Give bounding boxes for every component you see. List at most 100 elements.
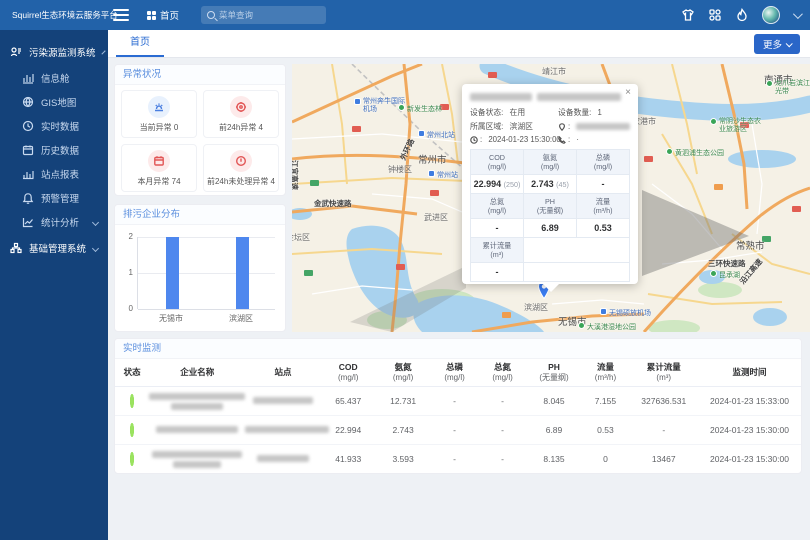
collapse-icon [101, 50, 105, 54]
panel-title: 排污企业分布 [115, 205, 285, 225]
map-district-label: 金坛区 [292, 232, 310, 243]
table-header-row: 状态 企业名称 站点 COD(mg/l) 氨氮(mg/l) 总磷(mg/l) 总… [115, 359, 801, 387]
table-row[interactable]: 65.437 12.731 - - 8.045 7.155 327636.531… [115, 387, 801, 416]
more-button-label: 更多 [763, 37, 782, 51]
sidebar-item-label: 站点报表 [41, 167, 79, 181]
sidebar-item-label: 预警管理 [41, 191, 79, 205]
redacted-company [152, 451, 242, 458]
redacted-company [171, 403, 223, 410]
bar-binhu [236, 237, 249, 309]
airport-icon [354, 98, 361, 105]
more-button[interactable]: 更多 [754, 34, 800, 54]
sidebar-item-gis-map[interactable]: GIS地图 [0, 90, 108, 114]
redacted-station [253, 397, 313, 404]
map-district-label: 钟楼区 [388, 164, 412, 175]
redacted-company [156, 426, 238, 433]
table-row[interactable]: 22.994 2.743 - - 6.89 0.53 - 2024-01-23 … [115, 416, 801, 445]
map-city-label: 靖江市 [542, 66, 566, 77]
x-axis [138, 309, 275, 310]
chevron-down-icon [786, 40, 793, 47]
train-station-icon [428, 170, 435, 177]
sidebar-group-base-manage[interactable]: 基础管理系统 [0, 234, 108, 262]
map-poi-park: 黄泗浦生态公园 [666, 148, 724, 158]
menu-search-box[interactable] [201, 6, 326, 24]
user-menu-chevron-icon[interactable] [793, 9, 803, 19]
clock-icon [22, 120, 34, 132]
search-icon [207, 11, 215, 19]
redacted-text [537, 93, 621, 101]
card-24h-abnormal[interactable]: 前24h异常 4 [203, 90, 279, 138]
platform-logo: Squirrel生态环境云服务平台 [0, 9, 105, 21]
tab-bar: 首页 更多 [108, 30, 810, 58]
sidebar-item-station-report[interactable]: 站点报表 [0, 162, 108, 186]
menu-toggle-icon[interactable] [113, 9, 129, 21]
status-online-dot [130, 423, 134, 437]
status-online-dot [130, 452, 134, 466]
info-board-icon [22, 72, 34, 84]
y-tick: 0 [117, 304, 133, 313]
sidebar-item-realtime-data[interactable]: 实时数据 [0, 114, 108, 138]
trend-chart-icon [22, 216, 34, 228]
theme-skin-icon[interactable] [681, 8, 695, 22]
lake-icon [710, 270, 717, 277]
card-label: 前24h未处理异常 4 [207, 176, 275, 187]
bell-icon [22, 192, 34, 204]
map-district-label: 滨湖区 [524, 302, 548, 313]
distribution-chart-panel: 排污企业分布 2 1 0 无锡市 滨湖区 [114, 204, 286, 332]
device-region-value: 滨湖区 [510, 121, 533, 132]
gridline [138, 237, 275, 238]
sidebar-group-label: 基础管理系统 [29, 241, 86, 255]
map-poi-station: 常州站 [428, 170, 458, 180]
realtime-monitor-panel: 实时监测 状态 企业名称 站点 COD(mg/l) 氨氮(mg/l) 总磷(mg… [114, 338, 802, 474]
sidebar-item-label: 信息舱 [41, 71, 70, 85]
redacted-text [470, 93, 532, 101]
popup-device-fields: 设备状态: 在用 设备数量: 1 所属区域: 滨湖区 : : 2024-01-2… [470, 107, 630, 144]
y-tick: 1 [117, 268, 133, 277]
device-time-value: 2024-01-23 15:30:00 [488, 135, 560, 144]
train-station-icon [418, 130, 425, 137]
map-road-label: 江宜高速 [292, 160, 300, 190]
panel-title: 实时监测 [115, 339, 801, 359]
main-area: 首页 更多 异常状况 当前异常 0 前24h异常 4 [108, 30, 810, 540]
sidebar-group-label: 污染源监测系统 [29, 45, 96, 59]
sidebar-item-label: 实时数据 [41, 119, 79, 133]
sidebar-nav: 污染源监测系统 信息舱 GIS地图 实时数据 历史数据 站点报表 预警管理 [0, 30, 108, 540]
gridline [138, 273, 275, 274]
clock-icon [470, 136, 478, 144]
sidebar-item-statistics[interactable]: 统计分析 [0, 210, 108, 234]
search-input[interactable] [219, 10, 320, 20]
warning-circle-icon [230, 150, 252, 172]
map-district-label: 武进区 [424, 212, 448, 223]
map-poi-station: 常州北站 [418, 130, 455, 140]
gis-map[interactable]: 靖江市 南通市 常州市 钟楼区 武进区 金坛区 无锡市 滨湖区 常熟市 张家港市… [292, 64, 810, 332]
park-icon [710, 118, 717, 125]
abnormal-cards: 当前异常 0 前24h异常 4 本月异常 74 前24h未处理异常 4 [115, 85, 285, 196]
phone-icon [558, 136, 566, 144]
close-icon[interactable]: × [625, 88, 631, 98]
park-icon [766, 80, 773, 87]
tab-home[interactable]: 首页 [116, 30, 164, 57]
card-label: 本月异常 74 [137, 176, 180, 187]
redacted-station [257, 455, 309, 462]
card-month-abnormal[interactable]: 本月异常 74 [121, 144, 197, 192]
park-icon [666, 148, 673, 155]
card-unhandled-abnormal[interactable]: 前24h未处理异常 4 [203, 144, 279, 192]
map-poi-park: 常阴沙生态农业旅游区 [710, 118, 765, 134]
dashboard-layout-icon[interactable] [708, 8, 722, 22]
map-poi-park: 大溪港湿地公园 [578, 322, 636, 332]
redacted-company [149, 393, 245, 400]
card-current-abnormal[interactable]: 当前异常 0 [121, 90, 197, 138]
flame-icon[interactable] [735, 8, 749, 22]
sidebar-item-alert-manage[interactable]: 预警管理 [0, 186, 108, 210]
sidebar-item-history-data[interactable]: 历史数据 [0, 138, 108, 162]
user-avatar[interactable] [762, 6, 780, 24]
x-category: 滨湖区 [211, 313, 271, 324]
topbar-home-label: 首页 [160, 8, 179, 22]
sidebar-item-info[interactable]: 信息舱 [0, 66, 108, 90]
content-area: 异常状况 当前异常 0 前24h异常 4 本月异常 74 [108, 58, 810, 540]
table-row[interactable]: 41.933 3.593 - - 8.135 0 13467 2024-01-2… [115, 445, 801, 474]
map-poi-park: 龙爪岩滨江风光带 [766, 80, 810, 96]
topbar-home-link[interactable]: 首页 [147, 8, 179, 22]
y-tick: 2 [117, 232, 133, 241]
sidebar-group-pollution-monitor[interactable]: 污染源监测系统 [0, 38, 108, 66]
